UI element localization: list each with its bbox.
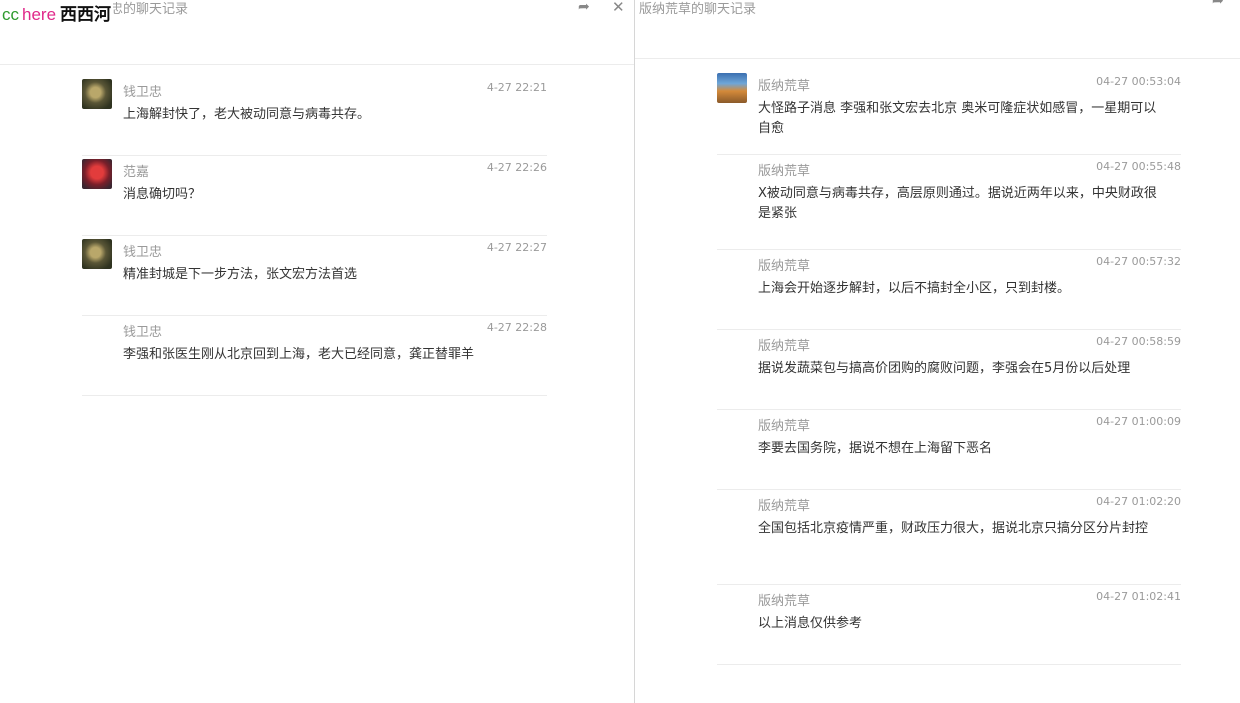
- message-timestamp: 04-27 00:57:32: [1096, 255, 1181, 268]
- message-text: X被动同意与病毒共存，高层原则通过。据说近两年以来，中央财政很是紧张: [758, 186, 1157, 221]
- message-item: 版纳荒草 04-27 00:55:48 X被动同意与病毒共存，高层原则通过。据说…: [717, 155, 1181, 250]
- avatar[interactable]: [82, 159, 112, 189]
- avatar[interactable]: [82, 79, 112, 109]
- message-timestamp: 04-27 00:58:59: [1096, 335, 1181, 348]
- message-timestamp: 04-27 00:55:48: [1096, 160, 1181, 173]
- header-divider: [635, 58, 1240, 59]
- header-divider: [0, 64, 634, 65]
- message-text: 上海解封快了，老大被动同意与病毒共存。: [123, 107, 371, 122]
- message-list: 钱卫忠 4-27 22:21 上海解封快了，老大被动同意与病毒共存。 范嘉 4-…: [82, 76, 547, 396]
- window-title: 版纳荒草的聊天记录: [639, 2, 757, 17]
- message-item: 版纳荒草 04-27 00:53:04 大怪路子消息 李强和张文宏去北京 奥米可…: [717, 70, 1181, 155]
- message-text: 据说发蔬菜包与搞高价团购的腐败问题，李强会在5月份以后处理: [758, 361, 1131, 376]
- watermark-site-name: 西西河: [60, 5, 112, 25]
- message-timestamp: 04-27 01:02:41: [1096, 590, 1181, 603]
- message-item: 版纳荒草 04-27 01:02:20 全国包括北京疫情严重，财政压力很大，据说…: [717, 490, 1181, 585]
- chat-history-panel-left: 忠的聊天记录 cc here 西西河 ➦ ✕ 钱卫忠 4-27 22:21 上海解封…: [0, 0, 634, 703]
- message-timestamp: 4-27 22:27: [486, 241, 547, 254]
- message-text: 全国包括北京疫情严重，财政压力很大，据说北京只搞分区分片封控: [758, 521, 1149, 536]
- close-icon[interactable]: ✕: [612, 0, 625, 15]
- message-text: 以上消息仅供参考: [758, 616, 863, 631]
- message-text: 李要去国务院，据说不想在上海留下恶名: [758, 441, 993, 456]
- message-text: 消息确切吗？: [123, 187, 202, 202]
- message-text: 精准封城是下一步方法，张文宏方法首选: [123, 267, 358, 282]
- message-text: 李强和张医生刚从北京回到上海，老大已经同意，龚正替罪羊: [123, 347, 475, 362]
- message-item: 钱卫忠 4-27 22:28 李强和张医生刚从北京回到上海，老大已经同意，龚正替…: [82, 316, 547, 396]
- watermark-logo: cc here 西西河: [2, 0, 114, 25]
- message-text: 大怪路子消息 李强和张文宏去北京 奥米可隆症状如感冒，一星期可以自愈: [758, 101, 1157, 136]
- message-timestamp: 04-27 00:53:04: [1096, 75, 1181, 88]
- avatar[interactable]: [717, 73, 747, 103]
- message-item: 版纳荒草 04-27 00:57:32 上海会开始逐步解封，以后不搞封全小区，只…: [717, 250, 1181, 330]
- message-sender[interactable]: 钱卫忠: [123, 236, 547, 262]
- chat-history-panel-right: 版纳荒草的聊天记录 ➦ 版纳荒草 04-27 00:53:04 大怪路子消息 李…: [635, 0, 1240, 703]
- message-timestamp: 04-27 01:00:09: [1096, 415, 1181, 428]
- message-sender[interactable]: 钱卫忠: [123, 76, 547, 102]
- message-timestamp: 04-27 01:02:20: [1096, 495, 1181, 508]
- message-timestamp: 4-27 22:21: [486, 81, 547, 94]
- message-list: 版纳荒草 04-27 00:53:04 大怪路子消息 李强和张文宏去北京 奥米可…: [717, 70, 1181, 665]
- message-item: 范嘉 4-27 22:26 消息确切吗？: [82, 156, 547, 236]
- share-icon[interactable]: ➦: [1212, 0, 1224, 8]
- message-item: 版纳荒草 04-27 01:00:09 李要去国务院，据说不想在上海留下恶名: [717, 410, 1181, 490]
- watermark-here: here: [22, 5, 57, 24]
- message-item: 版纳荒草 04-27 00:58:59 据说发蔬菜包与搞高价团购的腐败问题，李强…: [717, 330, 1181, 410]
- message-timestamp: 4-27 22:28: [486, 321, 547, 334]
- message-sender[interactable]: 范嘉: [123, 156, 547, 182]
- avatar[interactable]: [82, 239, 112, 269]
- window-title: 忠的聊天记录: [110, 2, 189, 17]
- message-item: 钱卫忠 4-27 22:27 精准封城是下一步方法，张文宏方法首选: [82, 236, 547, 316]
- message-sender[interactable]: 钱卫忠: [123, 316, 547, 342]
- watermark-cc: cc: [2, 5, 19, 24]
- message-text: 上海会开始逐步解封，以后不搞封全小区，只到封楼。: [758, 281, 1071, 296]
- message-item: 钱卫忠 4-27 22:21 上海解封快了，老大被动同意与病毒共存。: [82, 76, 547, 156]
- share-icon[interactable]: ➦: [578, 0, 590, 14]
- message-timestamp: 4-27 22:26: [486, 161, 547, 174]
- message-item: 版纳荒草 04-27 01:02:41 以上消息仅供参考: [717, 585, 1181, 665]
